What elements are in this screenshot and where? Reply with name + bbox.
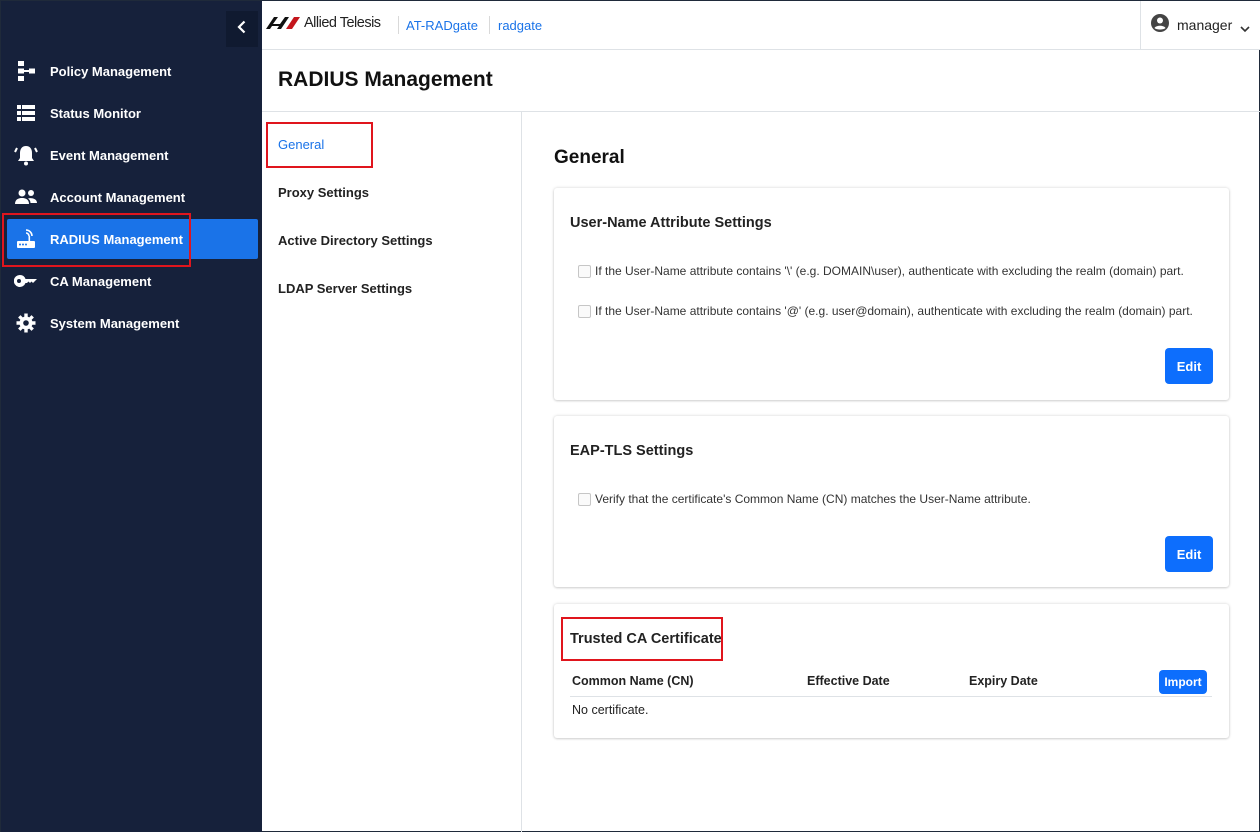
chevron-down-icon	[1240, 20, 1250, 38]
option-label: Verify that the certificate's Common Nam…	[595, 492, 1031, 506]
sidebar-item-label: System Management	[50, 315, 180, 331]
option-label: If the User-Name attribute contains '\' …	[595, 264, 1184, 278]
sidebar-item-status-monitor[interactable]: Status Monitor	[7, 93, 258, 133]
eap-tls-card: EAP-TLS Settings Verify that the certifi…	[554, 416, 1229, 587]
exclude-realm-at-option: If the User-Name attribute contains '@' …	[578, 304, 1193, 318]
brand-name: Allied Telesis	[304, 15, 381, 31]
card-title: EAP-TLS Settings	[570, 443, 694, 459]
allied-telesis-logo-icon	[266, 17, 300, 29]
column-header-effective-date: Effective Date	[807, 674, 890, 688]
sidebar-item-radius-management[interactable]: RADIUS Management	[7, 219, 258, 259]
list-icon	[13, 100, 39, 126]
subnav-item-proxy-settings[interactable]: Proxy Settings	[278, 185, 369, 200]
sidebar: Policy Management Status Monitor Event M…	[1, 1, 262, 832]
verify-cn-checkbox[interactable]	[578, 492, 591, 506]
sidebar-item-label: CA Management	[50, 273, 152, 289]
exclude-realm-backslash-option: If the User-Name attribute contains '\' …	[578, 264, 1184, 278]
sidebar-item-account-management[interactable]: Account Management	[7, 177, 258, 217]
sidebar-item-ca-management[interactable]: CA Management	[7, 261, 258, 301]
section-title: General	[554, 147, 625, 168]
edit-eap-tls-button[interactable]: Edit	[1165, 536, 1213, 572]
card-title: Trusted CA Certificate	[570, 631, 722, 647]
username-attribute-card: User-Name Attribute Settings If the User…	[554, 188, 1229, 400]
subnav-item-ldap-server-settings[interactable]: LDAP Server Settings	[278, 281, 412, 296]
sidebar-item-policy-management[interactable]: Policy Management	[7, 51, 258, 91]
exclude-realm-backslash-checkbox[interactable]	[578, 264, 591, 278]
breadcrumb-separator	[489, 16, 490, 34]
account-circle-icon	[1151, 13, 1169, 37]
sidebar-item-system-management[interactable]: System Management	[7, 303, 258, 343]
router-icon	[13, 226, 39, 252]
subnav-item-active-directory-settings[interactable]: Active Directory Settings	[278, 233, 433, 248]
sidebar-item-label: Account Management	[50, 189, 186, 205]
breadcrumb-host[interactable]: radgate	[498, 18, 542, 33]
exclude-realm-at-checkbox[interactable]	[578, 304, 591, 318]
chevron-left-icon	[236, 20, 248, 39]
page-title: RADIUS Management	[278, 68, 493, 91]
sidebar-item-event-management[interactable]: Event Management	[7, 135, 258, 175]
sidebar-item-label: Policy Management	[50, 63, 172, 79]
edit-username-settings-button[interactable]: Edit	[1165, 348, 1213, 384]
card-title: User-Name Attribute Settings	[570, 215, 772, 231]
column-header-expiry-date: Expiry Date	[969, 674, 1038, 688]
sidebar-collapse-button[interactable]	[226, 11, 258, 47]
key-icon	[13, 268, 39, 294]
empty-table-message: No certificate.	[572, 703, 649, 717]
verify-cn-option: Verify that the certificate's Common Nam…	[578, 492, 1031, 506]
bell-icon	[13, 142, 39, 168]
sitemap-icon	[13, 58, 39, 84]
sidebar-item-label: Status Monitor	[50, 105, 141, 121]
top-header: Allied Telesis AT-RADgate radgate manage…	[262, 1, 1260, 50]
gear-icon	[13, 310, 39, 336]
breadcrumb-separator	[398, 16, 399, 34]
table-divider	[570, 696, 1212, 697]
option-label: If the User-Name attribute contains '@' …	[595, 304, 1193, 318]
trusted-ca-card: Trusted CA Certificate Common Name (CN) …	[554, 604, 1229, 738]
users-icon	[13, 184, 39, 210]
settings-subnav: General Proxy Settings Active Directory …	[262, 112, 522, 832]
sidebar-item-label: RADIUS Management	[50, 231, 183, 247]
brand-logo[interactable]: Allied Telesis	[266, 15, 381, 31]
user-menu[interactable]: manager	[1140, 1, 1260, 49]
sidebar-item-label: Event Management	[50, 147, 169, 163]
subnav-item-general[interactable]: General	[278, 137, 324, 152]
import-certificate-button[interactable]: Import	[1159, 670, 1207, 694]
app-window: Policy Management Status Monitor Event M…	[0, 0, 1260, 832]
column-header-common-name: Common Name (CN)	[572, 674, 694, 688]
page-header: RADIUS Management	[262, 50, 1260, 112]
breadcrumb-product[interactable]: AT-RADgate	[406, 18, 478, 33]
user-name: manager	[1177, 17, 1233, 33]
